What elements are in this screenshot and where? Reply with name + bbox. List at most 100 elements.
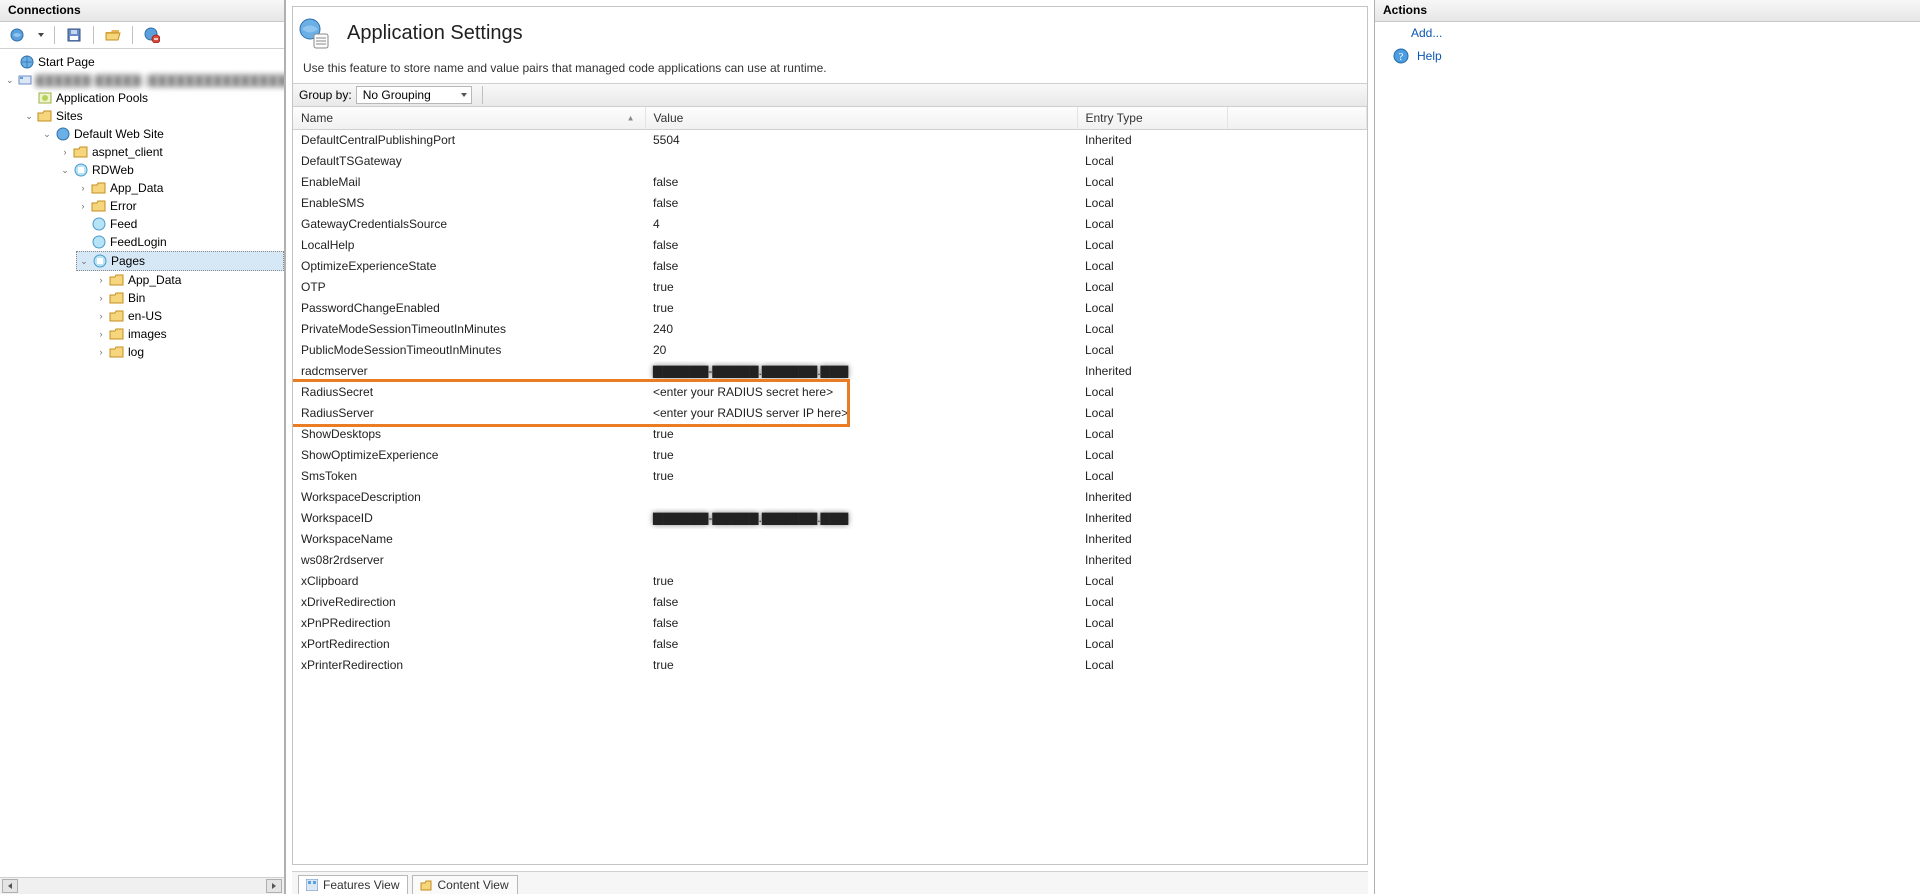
expander-closed-icon[interactable]: › [96,311,106,321]
table-row[interactable]: xDriveRedirectionfalseLocal [293,592,1367,613]
cell-entry-type: Local [1077,277,1227,298]
tab-features-view[interactable]: Features View [298,875,408,894]
cell-empty [1227,361,1367,382]
expander-closed-icon[interactable]: › [96,275,106,285]
folder-icon [91,198,107,214]
cell-name: EnableSMS [293,193,645,214]
tree-label: Pages [111,253,145,269]
expander-closed-icon[interactable]: › [96,347,106,357]
tree-label: App_Data [128,272,181,288]
tree-pages-images[interactable]: › images [94,325,284,343]
table-row[interactable]: DefaultCentralPublishingPort5504Inherite… [293,130,1367,152]
toolbar-dropdown-icon[interactable] [38,33,44,37]
table-row[interactable]: OTPtrueLocal [293,277,1367,298]
tree-rdweb[interactable]: ⌄ RDWeb [58,161,284,179]
table-row[interactable]: WorkspaceNameInherited [293,529,1367,550]
table-row[interactable]: xPnPRedirectionfalseLocal [293,613,1367,634]
cell-entry-type: Local [1077,655,1227,676]
table-row[interactable]: PublicModeSessionTimeoutInMinutes20Local [293,340,1367,361]
col-header-entry-type[interactable]: Entry Type [1077,107,1227,130]
tree-label: images [128,326,167,342]
cell-empty [1227,403,1367,424]
table-row[interactable]: DefaultTSGatewayLocal [293,151,1367,172]
tree-server[interactable]: ⌄ ▇▇▇▇▇▇-▇▇▇▇▇ (▇▇▇▇▇▇▇▇▇▇▇▇▇▇▇▇▇) [4,71,284,89]
table-row[interactable]: xClipboardtrueLocal [293,571,1367,592]
tree-sites[interactable]: ⌄ Sites [22,107,284,125]
save-icon[interactable] [65,26,83,44]
table-row[interactable]: LocalHelpfalseLocal [293,235,1367,256]
scroll-left-icon[interactable] [2,879,18,893]
table-row[interactable]: ShowOptimizeExperiencetrueLocal [293,445,1367,466]
table-row[interactable]: PrivateModeSessionTimeoutInMinutes240Loc… [293,319,1367,340]
expander-open-icon[interactable]: ⌄ [24,111,34,121]
cell-empty [1227,193,1367,214]
table-row[interactable]: ShowDesktopstrueLocal [293,424,1367,445]
table-row[interactable]: PasswordChangeEnabledtrueLocal [293,298,1367,319]
action-help[interactable]: ? Help [1375,44,1920,68]
expander-open-icon[interactable]: ⌄ [42,129,52,139]
group-by-select[interactable]: No Grouping [356,86,472,104]
tree-pages-appdata[interactable]: › App_Data [94,271,284,289]
table-row[interactable]: WorkspaceID▇▇▇▇▇▇-▇▇▇▇▇.▇▇▇▇▇▇.▇▇▇Inheri… [293,508,1367,529]
cell-empty [1227,172,1367,193]
expander-closed-icon[interactable]: › [78,183,88,193]
tree-feed[interactable]: Feed [76,215,284,233]
table-row[interactable]: EnableSMSfalseLocal [293,193,1367,214]
scroll-right-icon[interactable] [266,879,282,893]
cell-entry-type: Local [1077,151,1227,172]
table-row[interactable]: radcmserver▇▇▇▇▇▇-▇▇▇▇▇.▇▇▇▇▇▇.▇▇▇Inheri… [293,361,1367,382]
tree-default-site[interactable]: ⌄ Default Web Site [40,125,284,143]
tree-horizontal-scrollbar[interactable] [0,877,284,894]
tree-pages-enus[interactable]: ›en-US [94,307,284,325]
tree-appdata[interactable]: ›App_Data [76,179,284,197]
table-row[interactable]: GatewayCredentialsSource4Local [293,214,1367,235]
folder-icon [109,326,125,342]
expander-closed-icon[interactable]: › [96,329,106,339]
expander-closed-icon[interactable]: › [78,201,88,211]
table-row[interactable]: RadiusSecret<enter your RADIUS secret he… [293,382,1367,403]
table-row[interactable]: SmsTokentrueLocal [293,466,1367,487]
tree-pages[interactable]: ⌄ Pages [76,251,284,271]
table-header-row[interactable]: Name▲ Value Entry Type [293,107,1367,130]
action-add[interactable]: Add... [1375,22,1920,44]
tree-pages-log[interactable]: ›log [94,343,284,361]
table-row[interactable]: xPortRedirectionfalseLocal [293,634,1367,655]
globe-stop-icon[interactable] [143,26,161,44]
table-row[interactable]: EnableMailfalseLocal [293,172,1367,193]
settings-table[interactable]: Name▲ Value Entry Type DefaultCentralPub… [293,107,1367,676]
expander-closed-icon[interactable]: › [96,293,106,303]
app-settings-icon [297,15,333,51]
tree-label: Error [110,198,137,214]
settings-table-area: Name▲ Value Entry Type DefaultCentralPub… [293,107,1367,864]
table-row[interactable]: xPrinterRedirectiontrueLocal [293,655,1367,676]
table-row[interactable]: WorkspaceDescriptionInherited [293,487,1367,508]
table-row[interactable]: OptimizeExperienceStatefalseLocal [293,256,1367,277]
tree-app-pools[interactable]: Application Pools [22,89,284,107]
expander-open-icon[interactable]: ⌄ [60,165,70,175]
tree-label: Start Page [38,54,95,70]
col-header-name[interactable]: Name▲ [293,107,645,130]
tree-aspnet-client[interactable]: › aspnet_client [58,143,284,161]
tree-error[interactable]: › Error [76,197,284,215]
globe-refresh-icon[interactable] [8,26,26,44]
cell-value: false [645,172,1077,193]
tab-content-view[interactable]: Content View [412,875,517,894]
expander-open-icon[interactable]: ⌄ [79,256,89,266]
tree-label: Application Pools [56,90,148,106]
connections-tree[interactable]: Start Page ⌄ ▇▇▇▇▇▇-▇▇▇▇▇ (▇▇▇▇▇▇▇▇▇▇▇▇▇… [0,49,284,894]
folder-open-icon[interactable] [104,26,122,44]
cell-name: OptimizeExperienceState [293,256,645,277]
expander-closed-icon[interactable]: › [60,147,70,157]
table-row[interactable]: RadiusServer<enter your RADIUS server IP… [293,403,1367,424]
tree-feedlogin[interactable]: FeedLogin [76,233,284,251]
table-row[interactable]: ws08r2rdserverInherited [293,550,1367,571]
cell-name: EnableMail [293,172,645,193]
tree-pages-bin[interactable]: ›Bin [94,289,284,307]
features-view-icon [305,878,319,892]
cell-name: PublicModeSessionTimeoutInMinutes [293,340,645,361]
cell-name: LocalHelp [293,235,645,256]
col-header-value[interactable]: Value [645,107,1077,130]
expander-open-icon[interactable]: ⌄ [6,75,14,85]
cell-entry-type: Local [1077,613,1227,634]
tree-start-page[interactable]: Start Page [4,53,284,71]
